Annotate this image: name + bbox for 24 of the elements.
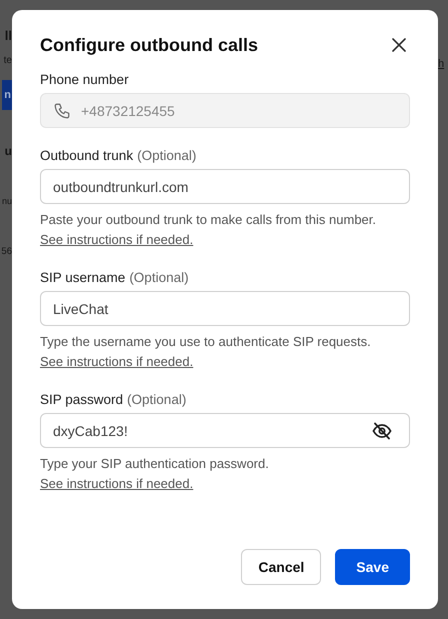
eye-slash-icon[interactable] bbox=[372, 422, 392, 440]
section-heading: u bbox=[4, 144, 12, 158]
help-text: Type the username you use to authenticate SIP requests. See instructions if needed. bbox=[40, 333, 372, 371]
page-subtitle: te bbox=[4, 55, 12, 66]
dialog-title: Configure outbound calls bbox=[40, 34, 258, 56]
field-label: Outbound trunk (Optional) bbox=[40, 148, 198, 163]
help-text: Paste your outbound trunk to make calls from this number. See instructions if needed. bbox=[40, 211, 378, 249]
table-cell: 56 bbox=[1, 246, 12, 257]
instructions-link[interactable]: See instructions if needed. bbox=[40, 232, 194, 247]
phone-icon bbox=[53, 102, 71, 120]
help-text: Type your SIP authentication password. See instructions if needed. bbox=[40, 455, 270, 493]
save-button[interactable]: Save bbox=[335, 549, 410, 585]
column-header: nu bbox=[2, 196, 12, 206]
field-label: SIP password (Optional) bbox=[40, 392, 188, 407]
page-button[interactable]: n bbox=[2, 80, 12, 110]
instructions-link[interactable]: See instructions if needed. bbox=[40, 476, 194, 491]
password-field[interactable]: dxyCab123! bbox=[40, 413, 410, 448]
cancel-button[interactable]: Cancel bbox=[241, 549, 322, 585]
input-field[interactable]: LiveChat bbox=[40, 291, 410, 326]
instructions-link[interactable]: See instructions if needed. bbox=[40, 354, 194, 369]
page-title: ll bbox=[4, 28, 12, 43]
field-label: Phone number bbox=[40, 72, 130, 87]
field-label: SIP username (Optional) bbox=[40, 270, 190, 285]
input-field[interactable]: outboundtrunkurl.com bbox=[40, 169, 410, 204]
